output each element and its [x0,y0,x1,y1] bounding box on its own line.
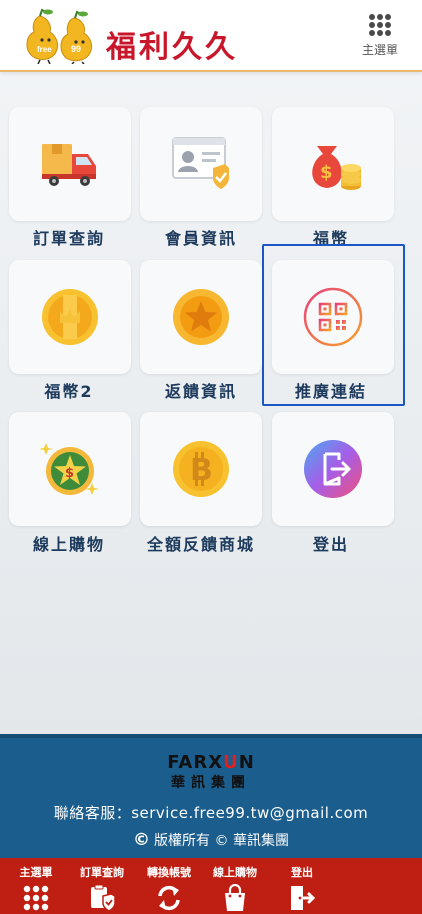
qr-code-icon [303,287,363,347]
svg-text:$: $ [65,466,74,481]
copyright-notice: © 版權所有 © 華訊集團 [133,830,289,850]
bottom-nav-order-query[interactable]: 訂單查詢 [66,858,138,914]
app-header: free 99 福利久久 主選單 [0,0,422,72]
bottom-nav-main-menu[interactable]: 主選單 [0,858,72,914]
dollar-coin-icon: $ [40,443,99,495]
mascot-pears-icon: free 99 [26,8,93,65]
bottom-nav-online-shopping[interactable]: 線上購物 [199,858,271,914]
refresh-icon [158,885,180,911]
bottom-nav-online-shopping-label: 線上購物 [213,866,257,879]
bottom-nav-main-menu-label: 主選單 [19,866,53,879]
bottom-nav: 主選單 訂單查詢 轉換帳號 線上購物 登出 [0,858,422,914]
site-footer: FARXUN 華訊集團 聯絡客服：service.free99.tw@gmail… [0,734,422,858]
bottom-nav-logout-label: 登出 [291,866,313,879]
main-menu-label: 主選單 [361,43,398,57]
tile-fubi2-label: 福幣2 [44,382,94,401]
tile-fubi[interactable]: $ [272,107,394,221]
tile-member-info[interactable] [140,107,262,221]
tile-promotion-link[interactable] [272,260,394,374]
bottom-nav-switch-account-label: 轉換帳號 [147,866,191,879]
brand-logo[interactable]: free 99 福利久久 [20,8,270,65]
money-bag-icon: $ [312,146,361,190]
tile-order-query[interactable] [9,107,131,221]
logout-icon [291,886,316,910]
footer-brand-en: FARXUN [167,752,255,773]
tile-logout[interactable] [272,412,394,526]
svg-text:$: $ [320,162,333,183]
shopping-bag-icon [225,884,245,911]
tile-full-rebate-mall[interactable]: B [140,412,262,526]
bitcoin-icon: B [173,441,229,497]
member-card-icon [172,137,229,189]
copyright-icon: © [133,830,151,850]
grid-icon [23,885,49,911]
svg-text:99: 99 [71,44,81,54]
delivery-truck-icon [42,144,96,186]
tile-online-shopping-label: 線上購物 [32,535,105,554]
gold-crown-coin-icon [42,289,98,345]
tile-online-shopping[interactable]: $ [9,412,131,526]
svg-text:free: free [37,45,52,54]
tile-member-info-label: 會員資訊 [164,229,237,248]
bottom-nav-order-query-label: 訂單查詢 [80,866,124,879]
footer-brand-zh: 華訊集團 [171,775,251,791]
tile-rebate-info-label: 返饋資訊 [164,382,237,401]
tile-rebate-info[interactable] [140,260,262,374]
bottom-nav-switch-account[interactable]: 轉換帳號 [133,858,205,914]
logo-text: 福利久久 [106,30,238,65]
clipboard-shield-icon [91,884,116,912]
tile-promotion-link-label: 推廣連結 [294,382,367,401]
tile-full-rebate-mall-label: 全額反饋商城 [146,535,255,554]
star-coin-icon [173,289,229,345]
logout-icon [304,440,362,498]
main-menu-button[interactable]: 主選單 [358,14,402,60]
bottom-nav-logout[interactable]: 登出 [266,858,338,914]
tile-logout-label: 登出 [312,535,349,554]
tile-fubi-label: 福幣 [312,229,349,248]
contact-email[interactable]: 聯絡客服：service.free99.tw@gmail.com [0,802,422,823]
grid-icon [369,14,391,36]
tile-order-query-label: 訂單查詢 [32,229,105,248]
tile-fubi2[interactable] [9,260,131,374]
